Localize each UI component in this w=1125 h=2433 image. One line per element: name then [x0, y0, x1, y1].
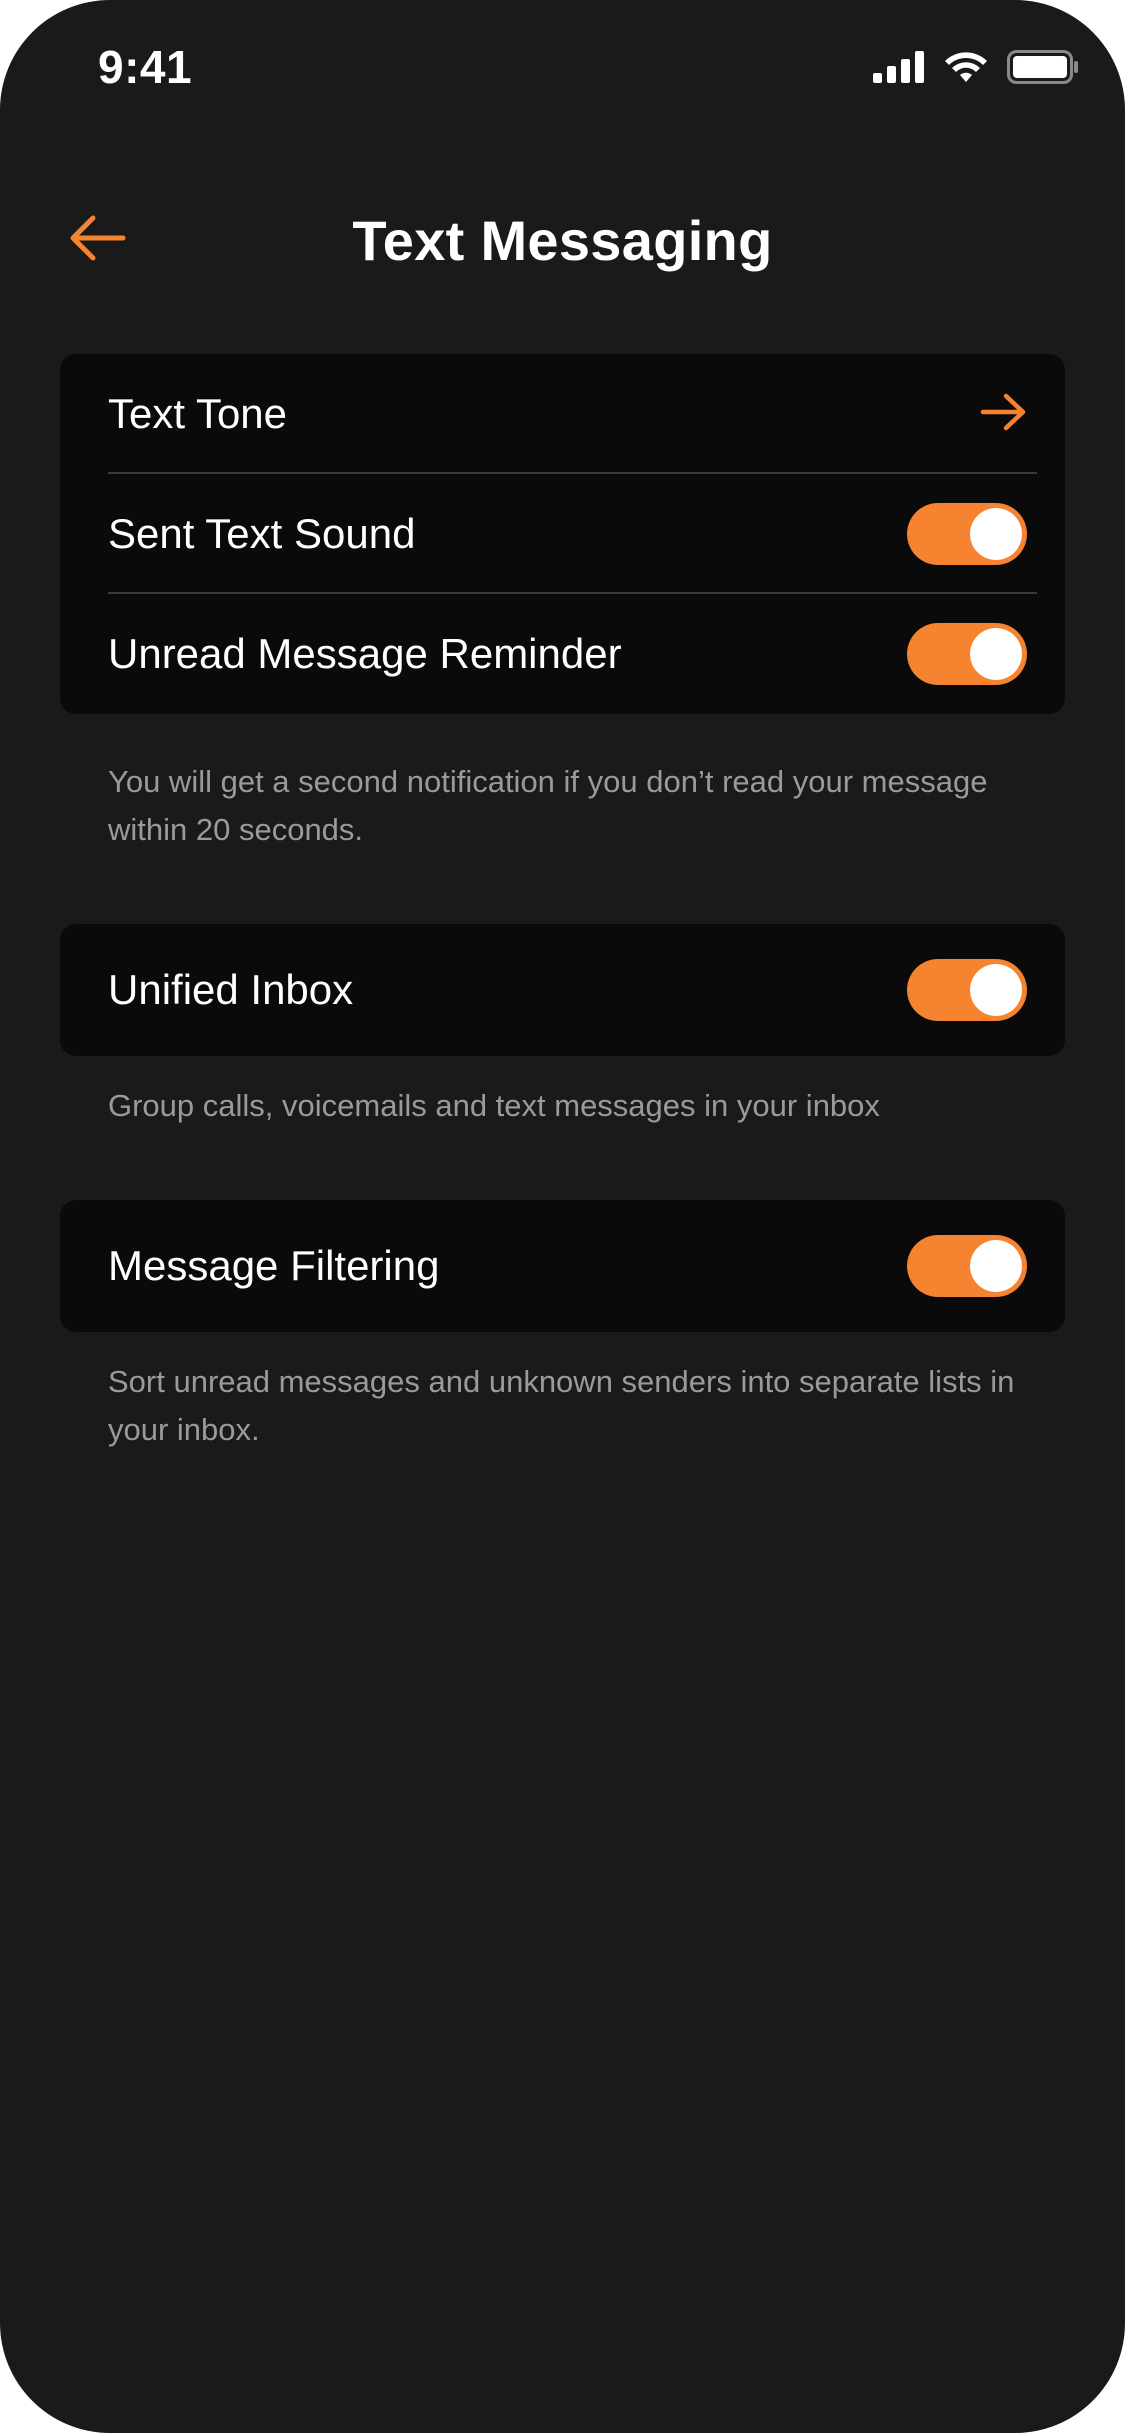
message-filtering-row: Message Filtering [60, 1200, 1065, 1332]
toggle-knob [970, 628, 1022, 680]
toggle-knob [970, 508, 1022, 560]
unified-inbox-label: Unified Inbox [108, 966, 354, 1013]
toggle-knob [970, 964, 1022, 1016]
signal-icon [873, 51, 925, 88]
unified-inbox-toggle[interactable] [907, 959, 1027, 1021]
toggle-knob [970, 1240, 1022, 1292]
unread-reminder-toggle[interactable] [907, 623, 1027, 685]
unread-reminder-row: Unread Message Reminder [60, 594, 1065, 714]
unread-reminder-label: Unread Message Reminder [108, 630, 622, 677]
wifi-icon [943, 50, 989, 89]
message-filtering-toggle[interactable] [907, 1235, 1027, 1297]
text-tone-row[interactable]: Text Tone [60, 354, 1065, 474]
messaging-settings-card: Text Tone Sent Text Sound Unread Message… [60, 354, 1065, 714]
unified-inbox-footnote: Group calls, voicemails and text message… [108, 1088, 880, 1123]
text-tone-label: Text Tone [108, 390, 288, 437]
message-filtering-card: Message Filtering [60, 1200, 1065, 1332]
arrow-right-icon [979, 392, 1027, 437]
unified-inbox-card: Unified Inbox [60, 924, 1065, 1056]
message-filtering-label: Message Filtering [108, 1242, 440, 1289]
status-icons [873, 50, 1079, 89]
message-filtering-footnote: Sort unread messages and unknown senders… [108, 1364, 1015, 1447]
status-time: 9:41 [98, 41, 193, 93]
unified-inbox-row: Unified Inbox [60, 924, 1065, 1056]
unread-reminder-footnote: You will get a second notification if yo… [108, 764, 988, 847]
page-title: Text Messaging [352, 209, 773, 272]
sent-text-sound-label: Sent Text Sound [108, 510, 416, 557]
sent-text-sound-row: Sent Text Sound [60, 474, 1065, 594]
sent-text-sound-toggle[interactable] [907, 503, 1027, 565]
phone-screen: 9:41 Text Messaging Text Tone Sent Text … [0, 0, 1125, 2433]
battery-icon [1007, 50, 1079, 89]
